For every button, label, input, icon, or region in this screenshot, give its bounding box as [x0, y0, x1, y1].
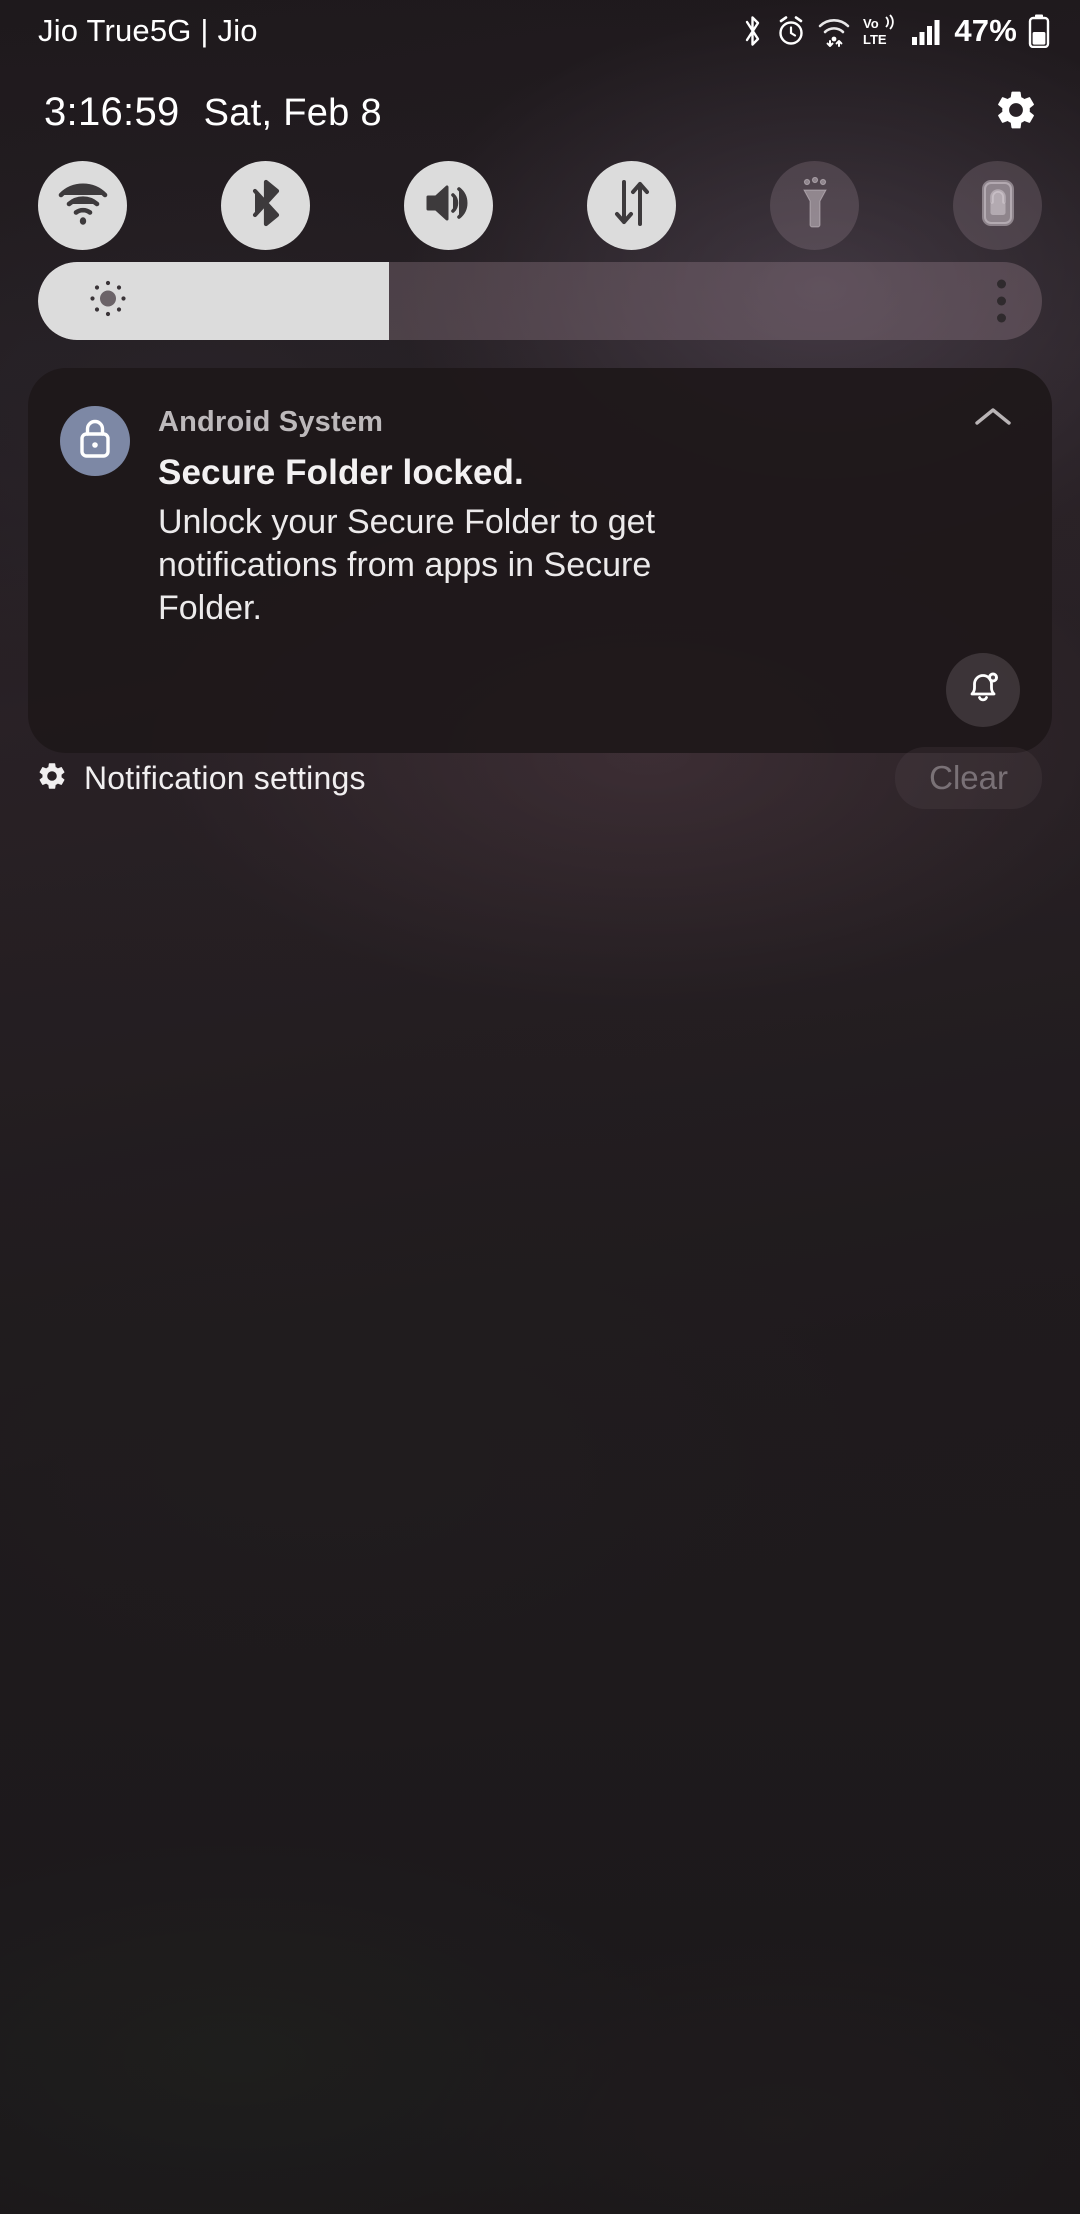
battery-icon — [1028, 14, 1050, 48]
notification-card[interactable]: Android System Secure Folder locked. Unl… — [28, 368, 1052, 753]
bluetooth-icon — [246, 177, 286, 234]
bell-settings-icon — [962, 666, 1004, 713]
battery-percent-label: 47% — [954, 13, 1017, 48]
toggle-wifi[interactable] — [38, 160, 127, 250]
more-vertical-icon[interactable] — [997, 279, 1006, 323]
clock-date[interactable]: Sat, Feb 8 — [204, 92, 382, 135]
notification-shade: Jio True5G | Jio Vo LTE 47% 3:16:59 Sat,… — [0, 0, 1080, 2214]
notification-content: Android System Secure Folder locked. Unl… — [130, 398, 966, 631]
volte-icon: Vo LTE — [862, 14, 900, 48]
toggle-sound[interactable] — [404, 160, 493, 250]
wifi-icon — [57, 180, 109, 231]
svg-text:Vo: Vo — [863, 16, 879, 31]
gear-icon — [36, 760, 68, 797]
settings-button[interactable] — [988, 84, 1044, 140]
carrier-label: Jio True5G | Jio — [38, 13, 258, 48]
flashlight-icon — [793, 176, 837, 234]
svg-text:LTE: LTE — [863, 32, 887, 47]
notification-settings-label: Notification settings — [84, 759, 366, 796]
lock-icon — [76, 418, 114, 465]
collapse-button[interactable] — [966, 398, 1020, 452]
notification-title: Secure Folder locked. — [158, 453, 524, 492]
sound-icon — [423, 180, 475, 231]
clock-block[interactable]: 3:16:59 Sat, Feb 8 — [44, 90, 382, 135]
data-arrows-icon — [609, 178, 655, 233]
chevron-up-icon — [973, 404, 1013, 435]
wifi-icon — [817, 15, 851, 47]
status-icons: Vo LTE 47% — [741, 13, 1050, 49]
brightness-slider[interactable] — [38, 262, 1042, 340]
toggle-mobile-data[interactable] — [587, 160, 676, 250]
bluetooth-icon — [741, 14, 765, 48]
gear-icon — [993, 87, 1039, 138]
avatar — [60, 406, 130, 476]
notification-bell-button[interactable] — [946, 652, 1020, 727]
clear-button[interactable]: Clear — [895, 747, 1042, 809]
notification-header: Android System Secure Folder locked. Unl… — [60, 398, 1020, 631]
notification-app-name: Android System — [158, 406, 384, 438]
toggle-bluetooth[interactable] — [221, 160, 310, 250]
lock-icon — [977, 178, 1019, 233]
alarm-icon — [776, 15, 806, 47]
quick-settings-row — [0, 150, 1080, 260]
shade-header: 3:16:59 Sat, Feb 8 — [0, 80, 1080, 144]
shade-footer: Notification settings Clear — [0, 742, 1080, 814]
clock-time[interactable]: 3:16:59 — [44, 90, 180, 135]
status-bar: Jio True5G | Jio Vo LTE 47% — [0, 0, 1080, 62]
notification-settings-button[interactable]: Notification settings — [36, 760, 366, 797]
sun-icon — [86, 277, 130, 326]
signal-icon — [911, 16, 941, 46]
toggle-lock[interactable] — [953, 160, 1042, 250]
notification-actions — [60, 652, 1020, 727]
toggle-flashlight[interactable] — [770, 160, 859, 250]
notification-text: Unlock your Secure Folder to get notific… — [158, 503, 656, 628]
